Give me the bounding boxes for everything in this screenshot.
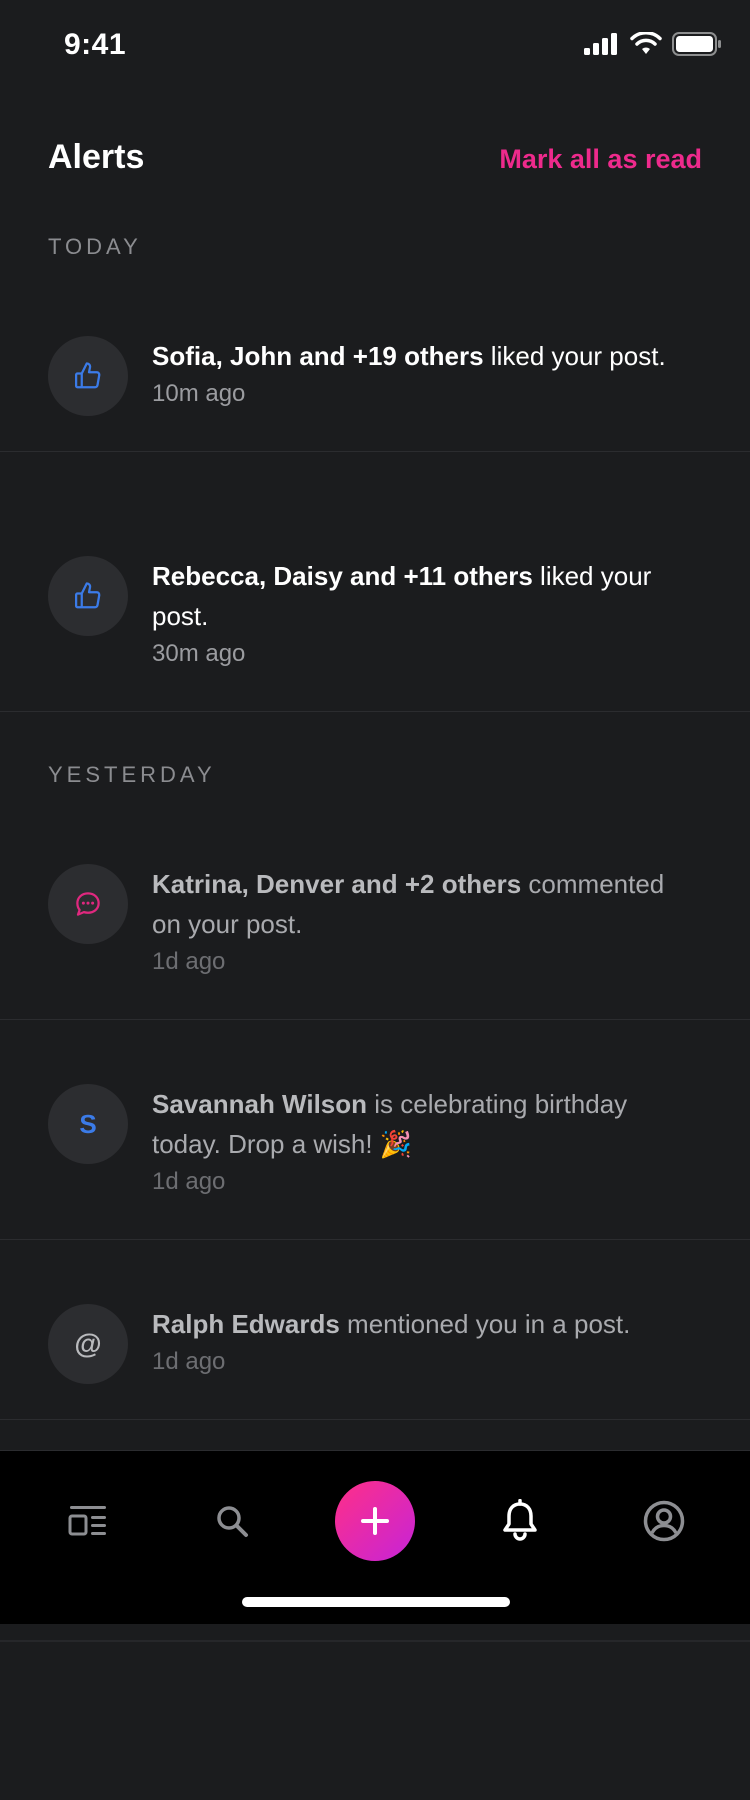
tab-search[interactable] bbox=[192, 1481, 272, 1561]
search-icon bbox=[217, 1506, 248, 1537]
alert-time: 1d ago bbox=[152, 1348, 226, 1375]
mark-all-as-read-button[interactable]: Mark all as read bbox=[499, 144, 702, 175]
alert-item[interactable]: S Savannah Wilson is celebrating birthda… bbox=[0, 1020, 750, 1240]
alert-item[interactable]: Katrina, Denver and +2 others commented … bbox=[0, 820, 750, 1020]
alert-item[interactable]: Sofia, John and +19 others liked your po… bbox=[0, 300, 750, 452]
alert-icon bbox=[48, 864, 128, 944]
alert-text: Ralph Edwards mentioned you in a post. bbox=[152, 1304, 698, 1344]
alert-time: 30m ago bbox=[152, 640, 246, 667]
add-icon bbox=[361, 1507, 389, 1535]
alert-text: Rebecca, Daisy and +11 others liked your… bbox=[152, 556, 698, 636]
alert-item[interactable]: @ Ralph Edwards mentioned you in a post.… bbox=[0, 1240, 750, 1420]
header: Alerts Mark all as read bbox=[0, 130, 750, 190]
alert-text: Savannah Wilson is celebrating birthday … bbox=[152, 1084, 698, 1164]
status-time: 9:41 bbox=[64, 28, 127, 61]
battery-icon bbox=[672, 32, 721, 56]
bell-icon bbox=[503, 1499, 537, 1541]
tab-bar bbox=[0, 1450, 750, 1624]
alert-time: 10m ago bbox=[152, 380, 246, 407]
section-label-yesterday: YESTERDAY bbox=[48, 762, 216, 787]
alert-action: liked your post. bbox=[483, 341, 666, 371]
alert-body: Ralph Edwards mentioned you in a post. 1… bbox=[152, 1304, 698, 1376]
status-bar: 9:41 bbox=[0, 0, 750, 90]
alert-actor: Sofia, John and +19 others bbox=[152, 341, 484, 371]
alert-actor: Savannah Wilson bbox=[152, 1089, 368, 1119]
profile-icon bbox=[643, 1500, 685, 1542]
alert-actor: Katrina, Denver and +2 others bbox=[152, 869, 522, 899]
thumbs-up-icon bbox=[75, 362, 101, 389]
tab-profile[interactable] bbox=[624, 1481, 704, 1561]
status-icons bbox=[584, 32, 722, 56]
alert-actor: Ralph Edwards bbox=[152, 1309, 340, 1339]
alert-body: Savannah Wilson is celebrating birthday … bbox=[152, 1084, 698, 1196]
alert-text: Sofia, John and +19 others liked your po… bbox=[152, 336, 698, 376]
alert-icon: @ bbox=[48, 1304, 128, 1384]
letter-avatar-icon: S bbox=[79, 1108, 97, 1139]
page-title: Alerts bbox=[48, 138, 145, 176]
divider bbox=[0, 1640, 750, 1642]
alert-time: 1d ago bbox=[152, 1168, 226, 1195]
wifi-icon bbox=[630, 32, 662, 54]
signal-icon bbox=[584, 33, 617, 55]
section-label-today: TODAY bbox=[48, 234, 142, 259]
tab-feed[interactable] bbox=[48, 1481, 128, 1561]
alert-text: Katrina, Denver and +2 others commented … bbox=[152, 864, 698, 944]
at-icon: @ bbox=[74, 1328, 102, 1359]
alert-icon bbox=[48, 556, 128, 636]
alert-time: 1d ago bbox=[152, 948, 226, 975]
thumbs-up-icon bbox=[75, 582, 101, 609]
alert-icon bbox=[48, 336, 128, 416]
alert-action: mentioned you in a post. bbox=[339, 1309, 631, 1339]
alert-body: Rebecca, Daisy and +11 others liked your… bbox=[152, 556, 698, 668]
tab-alerts[interactable] bbox=[480, 1481, 560, 1561]
feed-icon bbox=[68, 1506, 106, 1536]
alert-actor: Rebecca, Daisy and +11 others bbox=[152, 561, 533, 591]
alert-item[interactable]: Rebecca, Daisy and +11 others liked your… bbox=[0, 452, 750, 712]
alert-body: Sofia, John and +19 others liked your po… bbox=[152, 336, 698, 408]
comment-icon bbox=[76, 892, 100, 916]
alert-icon: S bbox=[48, 1084, 128, 1164]
home-indicator bbox=[242, 1597, 510, 1607]
add-post-button[interactable] bbox=[335, 1481, 415, 1561]
alert-body: Katrina, Denver and +2 others commented … bbox=[152, 864, 698, 976]
